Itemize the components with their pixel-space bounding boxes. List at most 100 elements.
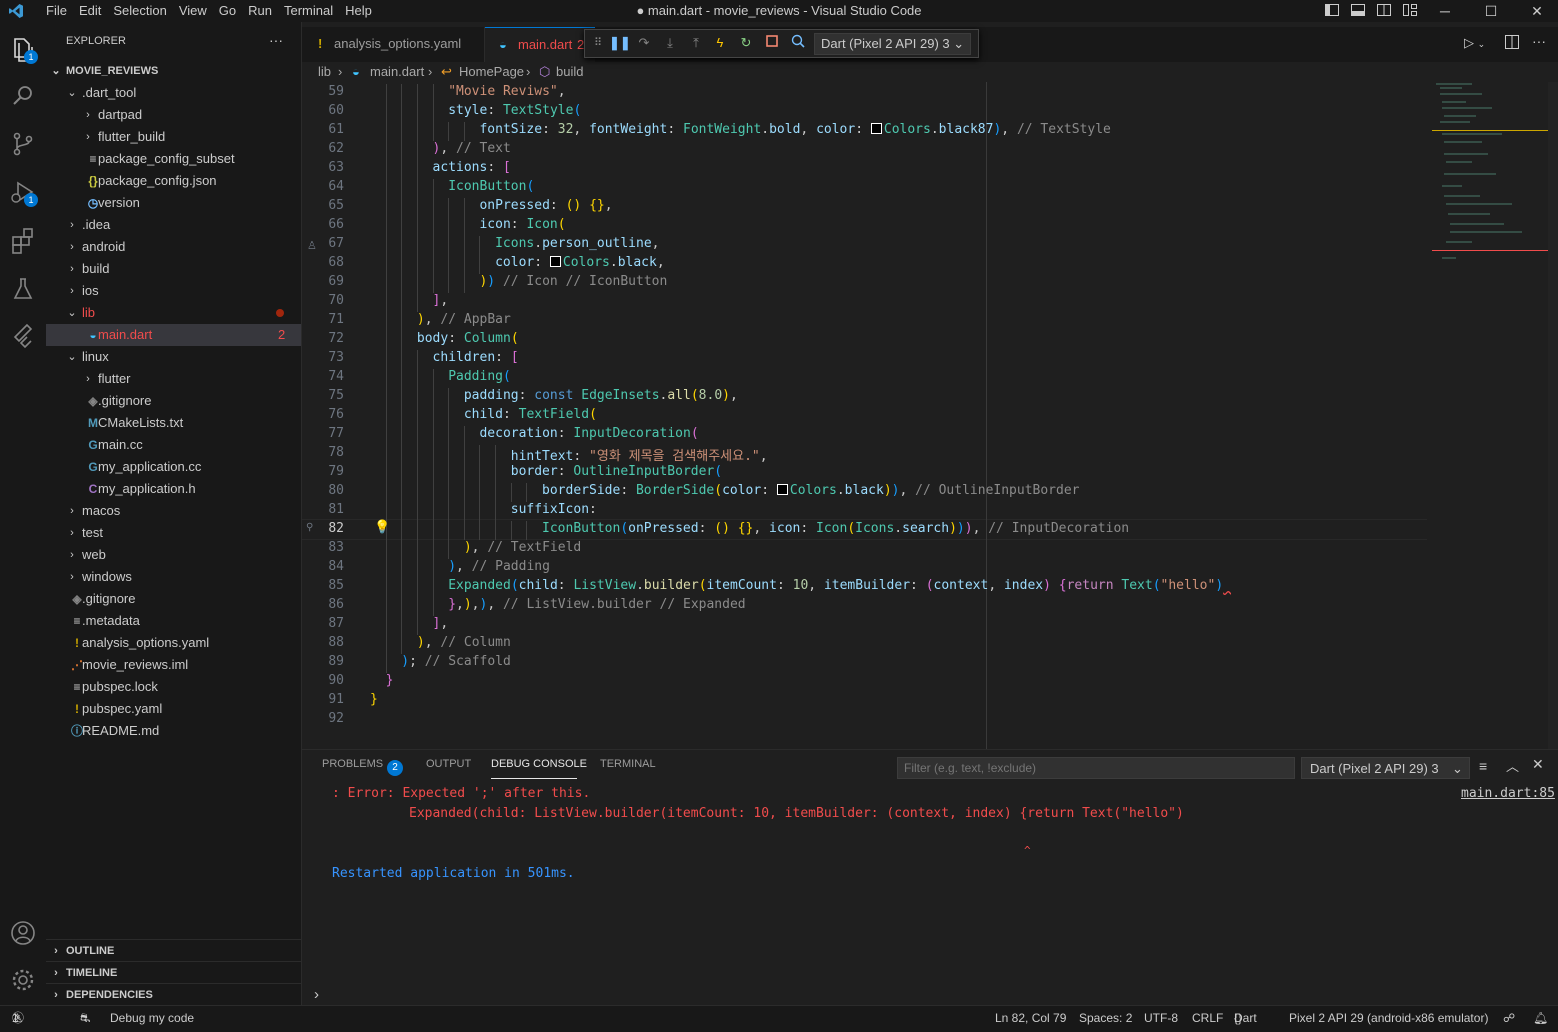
feedback-icon[interactable]: ☍ [1503,1006,1515,1030]
toggle-panel-icon[interactable] [1348,0,1368,22]
lightbulb-icon[interactable]: 💡 [374,519,390,535]
tree-item-flutter[interactable]: › flutter [46,368,301,390]
tree-item-gitignore[interactable]: ◈ .gitignore [46,588,301,610]
console-input[interactable] [332,988,1542,1004]
tree-item-gitignore[interactable]: ◈ .gitignore [46,390,301,412]
tab-analysis-options[interactable]: ! analysis_options.yaml [302,27,485,62]
code-editor[interactable]: 59 60 61 62 63 64 65 66 67 68 69 70 71 72 73 74 75 76 77 78… [302,82,1558,749]
tree-item-web[interactable]: › web [46,544,301,566]
tab-debug-console[interactable]: DEBUG CONSOLE [491,758,587,770]
tree-item-movie-reviews-iml[interactable]: ⋰ movie_reviews.iml [46,654,301,676]
indentation-status[interactable]: Spaces: 2 [1079,1006,1132,1030]
minimap[interactable] [1432,82,1548,272]
settings-gear-icon[interactable] [7,964,39,996]
tab-problems[interactable]: PROBLEMS [322,758,383,770]
outline-section[interactable]: › OUTLINE [46,939,301,962]
debug-config-status[interactable]: Debug my code [110,1006,194,1030]
console-source-link[interactable]: main.dart:85 [1461,786,1555,801]
toggle-secondary-sidebar-icon[interactable] [1374,0,1394,22]
tree-item-ios[interactable]: › ios [46,280,301,302]
console-session-select[interactable]: Dart (Pixel 2 API 29) 3 ⌄ [1301,757,1470,779]
color-swatch-icon[interactable] [776,484,788,495]
toggle-sidebar-icon[interactable] [1322,0,1342,22]
breadcrumb-method[interactable]: build [556,62,583,82]
tree-item-flutter-build[interactable]: › flutter_build [46,126,301,148]
tree-item-my-application-cc[interactable]: Gmy_application.cc [46,456,301,478]
run-file-icon[interactable]: ▷ ⌄ [1464,35,1485,51]
encoding-status[interactable]: UTF-8 [1144,1006,1178,1030]
more-actions-icon[interactable]: ··· [269,32,283,48]
editor-more-icon[interactable]: ··· [1532,33,1546,49]
menu-help[interactable]: Help [339,0,378,22]
timeline-section[interactable]: › TIMELINE [46,961,301,984]
testing-icon[interactable] [7,273,39,305]
tree-item-cmakelists-txt[interactable]: M CMakeLists.txt [46,412,301,434]
tree-item-dartpad[interactable]: › dartpad [46,104,301,126]
search-icon[interactable] [7,80,39,112]
tree-item-pubspec-yaml[interactable]: ! pubspec.yaml [46,698,301,720]
device-status[interactable]: Pixel 2 API 29 (android-x86 emulator) [1289,1006,1488,1030]
tree-item-idea[interactable]: › .idea [46,214,301,236]
debug-status-icon[interactable]: ⛐ [80,1006,90,1030]
minimize-icon[interactable]: ─ [1434,0,1456,22]
menu-view[interactable]: View [173,0,213,22]
tree-item-metadata[interactable]: ≡ .metadata [46,610,301,632]
menu-terminal[interactable]: Terminal [278,0,339,22]
tree-item-readme-md[interactable]: ⓘ README.md [46,720,301,742]
flutter-icon[interactable] [7,320,39,352]
breadcrumb-class[interactable]: HomePage [459,62,524,82]
drag-handle-icon[interactable]: ⠿ [589,34,607,52]
cursor-position[interactable]: Ln 82, Col 79 [995,1006,1066,1030]
close-panel-icon[interactable]: ✕ [1532,756,1544,773]
console-filter-input[interactable] [897,757,1295,779]
tree-item-lib[interactable]: ⌄ lib [46,302,301,324]
tree-item-my-application-h[interactable]: Cmy_application.h [46,478,301,500]
tree-item-windows[interactable]: › windows [46,566,301,588]
maximize-icon[interactable]: ☐ [1480,0,1502,22]
pause-icon[interactable]: ❚❚ [609,34,631,52]
notifications-bell-icon[interactable]: 🔔︎ [1533,1006,1548,1030]
menu-selection[interactable]: Selection [107,0,172,22]
split-editor-icon[interactable] [1505,35,1519,52]
workspace-root[interactable]: ⌄ MOVIE_REVIEWS [46,60,301,82]
step-out-icon[interactable]: ⤒ [687,34,705,52]
tab-main-dart[interactable]: ◒ main.dart 2 [485,27,595,63]
customize-layout-icon[interactable] [1400,0,1420,22]
clear-console-icon[interactable]: ≡ [1479,758,1487,774]
restart-icon[interactable]: ↻ [737,34,755,52]
tree-item-macos[interactable]: › macos [46,500,301,522]
dependencies-section[interactable]: › DEPENDENCIES [46,983,301,1006]
devtools-search-icon[interactable] [789,34,807,52]
menu-run[interactable]: Run [242,0,278,22]
tree-item-test[interactable]: › test [46,522,301,544]
step-into-icon[interactable]: ⤓ [661,34,679,52]
tree-item-package-config-subset[interactable]: ≡ package_config_subset [46,148,301,170]
tab-output[interactable]: OUTPUT [426,758,471,770]
stop-icon[interactable] [763,34,781,52]
color-swatch-icon[interactable] [549,256,561,267]
debug-session-select[interactable]: Dart (Pixel 2 API 29) 3 ⌄ [814,33,972,55]
account-icon[interactable] [7,917,39,949]
close-window-icon[interactable]: ✕ [1526,0,1548,22]
menu-file[interactable]: File [40,0,73,22]
tree-item-version[interactable]: ◷ version [46,192,301,214]
run-and-debug-icon[interactable]: 1 [7,176,39,208]
hot-reload-icon[interactable]: ϟ [711,34,729,52]
eol-status[interactable]: CRLF [1192,1006,1223,1030]
breadcrumb-lib[interactable]: lib [318,62,331,82]
tree-item-pubspec-lock[interactable]: ≡ pubspec.lock [46,676,301,698]
tree-item-dart-tool[interactable]: ⌄ .dart_tool [46,82,301,104]
tree-item-main-dart[interactable]: ◒ main.dart 2 [46,324,301,346]
explorer-icon[interactable]: 1 [7,33,39,65]
tree-item-main-cc[interactable]: Gmain.cc [46,434,301,456]
breadcrumb-file[interactable]: main.dart [370,62,424,82]
editor-scrollbar[interactable] [1548,82,1558,749]
menu-go[interactable]: Go [213,0,242,22]
tree-item-android[interactable]: › android [46,236,301,258]
tab-terminal[interactable]: TERMINAL [600,758,656,770]
tree-item-analysis-options-yaml[interactable]: ! analysis_options.yaml [46,632,301,654]
maximize-panel-icon[interactable]: ︿ [1506,756,1519,775]
tree-item-build[interactable]: › build [46,258,301,280]
extensions-icon[interactable] [7,225,39,257]
source-control-icon[interactable] [7,128,39,160]
